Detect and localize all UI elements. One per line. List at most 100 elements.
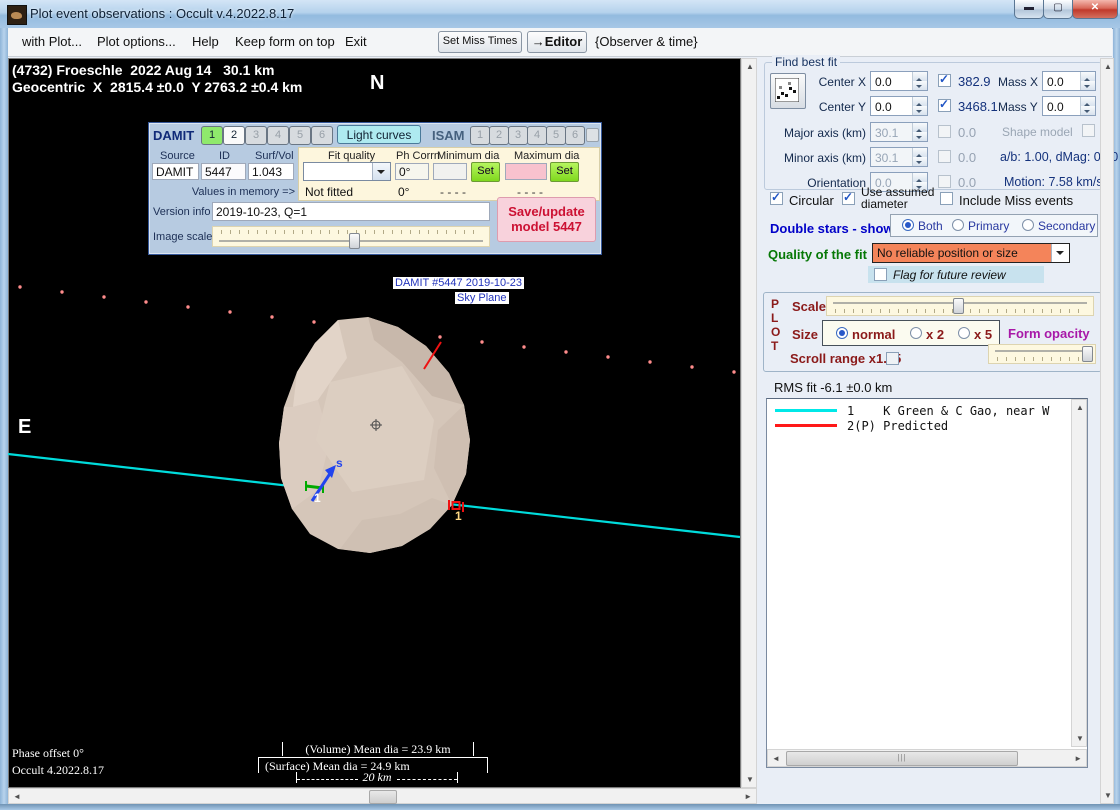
light-curves-button[interactable]: Light curves (337, 125, 421, 144)
save-update-button[interactable]: Save/update model 5447 (497, 197, 596, 242)
menu-keep-form-on-top[interactable]: Keep form on top (235, 34, 335, 49)
east-label: E (18, 416, 32, 438)
quality-dropdown-arrow-icon[interactable] (1051, 244, 1069, 262)
scale-slider-thumb[interactable] (953, 298, 964, 314)
damit-tab-6[interactable]: 6 (311, 126, 333, 145)
circular-checkbox[interactable] (770, 190, 783, 205)
minimize-button[interactable]: ▬ (1014, 0, 1044, 19)
legend-horizontal-scrollbar[interactable]: ◄ ► ||| (767, 749, 1087, 767)
legend-vertical-scrollbar[interactable]: ▲ ▼ (1071, 399, 1087, 747)
close-button[interactable]: ✕ (1072, 0, 1118, 19)
use-assumed-checkbox[interactable] (842, 190, 855, 205)
secondary-label: Secondary (1038, 219, 1096, 233)
isam-tab-4[interactable]: 4 (527, 126, 547, 145)
legend-listbox[interactable]: 1 K Green & C Gao, near W 2(P) Predicted (766, 398, 1088, 768)
mass-x-spinner[interactable] (1080, 72, 1095, 90)
isam-tab-1[interactable]: 1 (470, 126, 490, 145)
isam-tab-6[interactable]: 6 (565, 126, 585, 145)
source-value: DAMIT (152, 163, 199, 180)
sky-plane-label: Sky Plane (455, 292, 509, 304)
x-value-checkbox[interactable] (938, 72, 951, 87)
legend-item[interactable]: 2(P) Predicted (775, 419, 1087, 433)
fit-quality-dropdown[interactable] (303, 162, 391, 181)
scroll-left-icon[interactable]: ◄ (13, 792, 21, 801)
y-value-checkbox[interactable] (938, 97, 951, 112)
primary-radio[interactable] (952, 219, 964, 231)
form-opacity-slider[interactable] (988, 344, 1096, 364)
form-scroll-down-icon[interactable]: ▼ (1104, 791, 1112, 800)
version-info-label: Version info (153, 206, 211, 218)
center-x-input[interactable]: 0.0 (870, 71, 928, 91)
menu-plot-options[interactable]: Plot options... (97, 34, 176, 49)
scroll-right-icon[interactable]: ► (744, 792, 752, 801)
maximum-dia-input[interactable] (505, 163, 547, 180)
legend-item[interactable]: 1 K Green & C Gao, near W (775, 404, 1087, 418)
legend-scroll-down-icon[interactable]: ▼ (1076, 734, 1084, 743)
window-border-left (0, 28, 8, 810)
set-miss-times-button[interactable]: Set Miss Times (438, 31, 522, 53)
isam-tab-2[interactable]: 2 (489, 126, 509, 145)
minimum-dia-input[interactable] (433, 163, 467, 180)
id-header: ID (219, 150, 230, 162)
form-opacity-slider-thumb[interactable] (1082, 346, 1093, 362)
values-in-memory-label: Values in memory => (191, 186, 295, 198)
form-vertical-scrollbar[interactable]: ▲ ▼ (1100, 58, 1114, 804)
editor-button[interactable]: →Editor (527, 31, 587, 53)
size-x2-radio[interactable] (910, 327, 922, 339)
mass-y-input[interactable]: 0.0 (1042, 96, 1096, 116)
image-scale-slider[interactable] (212, 226, 490, 249)
legend-scroll-right-icon[interactable]: ► (1074, 754, 1082, 763)
include-miss-checkbox[interactable] (940, 192, 953, 205)
maximize-button[interactable]: ▢ (1043, 0, 1073, 19)
plot-vertical-scrollbar[interactable]: ▲ ▼ (741, 58, 757, 788)
scroll-down-icon[interactable]: ▼ (746, 775, 754, 784)
damit-tab-2[interactable]: 2 (223, 126, 245, 145)
center-x-label: Center X (818, 75, 866, 89)
orientation-alt-checkbox (938, 175, 951, 188)
window-title: Plot event observations : Occult v.4.202… (30, 6, 295, 21)
scale-bar-label: 20 km (362, 770, 392, 784)
size-normal-radio[interactable] (836, 327, 848, 339)
damit-panel-corner-button[interactable] (586, 128, 599, 142)
legend-scroll-up-icon[interactable]: ▲ (1076, 403, 1084, 412)
scale-slider[interactable] (826, 296, 1094, 316)
damit-tab-5[interactable]: 5 (289, 126, 311, 145)
both-radio[interactable] (902, 219, 914, 231)
plot-horizontal-scrollbar[interactable]: ◄ ► (8, 788, 757, 804)
legend-h-scroll-thumb[interactable]: ||| (786, 751, 1018, 766)
scroll-up-icon[interactable]: ▲ (746, 62, 754, 71)
menu-exit[interactable]: Exit (345, 34, 367, 49)
id-input[interactable]: 5447 (201, 163, 246, 180)
occult-version-label: Occult 4.2022.8.17 (12, 763, 104, 777)
damit-tab-1[interactable]: 1 (201, 126, 223, 145)
isam-tab-5[interactable]: 5 (546, 126, 566, 145)
dropdown-arrow-icon[interactable] (372, 163, 390, 180)
quality-value: No reliable position or size (873, 244, 1051, 262)
form-scroll-up-icon[interactable]: ▲ (1104, 62, 1112, 71)
center-y-spinner[interactable] (912, 97, 927, 115)
center-x-spinner[interactable] (912, 72, 927, 90)
ph-corrn-input[interactable]: 0° (395, 163, 429, 180)
mass-x-input[interactable]: 0.0 (1042, 71, 1096, 91)
scroll-range-checkbox[interactable] (886, 352, 899, 365)
menu-with-plot[interactable]: with Plot... (22, 34, 82, 49)
damit-tab-4[interactable]: 4 (267, 126, 289, 145)
include-miss-label: Include Miss events (959, 193, 1074, 208)
secondary-radio[interactable] (1022, 219, 1034, 231)
image-scale-slider-thumb[interactable] (349, 233, 360, 249)
major-axis-label: Major axis (km) (783, 126, 866, 140)
plot-h-scroll-thumb[interactable] (369, 790, 397, 804)
set-minimum-button[interactable]: Set (471, 162, 500, 182)
legend-scroll-left-icon[interactable]: ◄ (772, 754, 780, 763)
isam-tab-3[interactable]: 3 (508, 126, 528, 145)
quality-dropdown[interactable]: No reliable position or size (872, 243, 1070, 263)
version-info-input[interactable]: 2019-10-23, Q=1 (212, 202, 490, 221)
mass-y-spinner[interactable] (1080, 97, 1095, 115)
center-y-input[interactable]: 0.0 (870, 96, 928, 116)
menu-help[interactable]: Help (192, 34, 219, 49)
damit-tab-3[interactable]: 3 (245, 126, 267, 145)
flag-checkbox[interactable] (874, 268, 887, 281)
window-border-right (1113, 28, 1120, 810)
size-x5-radio[interactable] (958, 327, 970, 339)
set-maximum-button[interactable]: Set (550, 162, 579, 182)
